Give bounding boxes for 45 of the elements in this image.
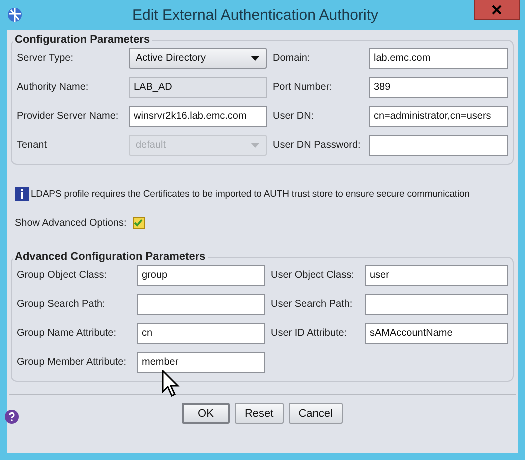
field-label: Group Object Class: bbox=[17, 270, 108, 281]
dialog-button[interactable]: Reset bbox=[234, 403, 284, 424]
input-field[interactable]: 389 bbox=[369, 77, 508, 98]
input-field[interactable]: group bbox=[137, 265, 265, 286]
close-button[interactable] bbox=[474, 0, 520, 20]
input-field[interactable]: lab.emc.com bbox=[369, 48, 508, 69]
field-label: Provider Server Name: bbox=[17, 111, 120, 122]
caret-icon bbox=[251, 143, 260, 148]
globe-icon bbox=[7, 7, 23, 23]
checkbox[interactable] bbox=[132, 217, 145, 229]
input-field[interactable]: sAMAccountName bbox=[365, 323, 508, 344]
help-icon[interactable] bbox=[5, 410, 19, 424]
input-field[interactable]: cn bbox=[137, 323, 265, 344]
field-label: User DN Password: bbox=[273, 140, 362, 151]
field-label: Authority Name: bbox=[17, 82, 90, 93]
info-icon bbox=[15, 187, 29, 201]
checkbox-label: Show Advanced Options: bbox=[15, 218, 127, 228]
input-field[interactable]: user bbox=[365, 265, 508, 286]
field-label: Server Type: bbox=[17, 53, 75, 64]
field-label: User Object Class: bbox=[271, 270, 356, 281]
input-field[interactable]: member bbox=[137, 352, 265, 373]
dialog-button[interactable]: Cancel bbox=[288, 403, 343, 424]
input-field[interactable]: winsrvr2k16.lab.emc.com bbox=[129, 106, 267, 127]
password-field[interactable] bbox=[369, 135, 508, 156]
field-label: Group Search Path: bbox=[17, 299, 106, 310]
caret-icon bbox=[251, 56, 260, 61]
info-message: LDAPS profile requires the Certificates to be imported to AUTH trust store to ensure secure communication bbox=[30, 188, 470, 200]
field-label: Port Number: bbox=[273, 82, 334, 93]
field-label: Tenant bbox=[17, 140, 48, 151]
section-title: Advanced Configuration Parameters bbox=[14, 251, 207, 263]
input-field[interactable] bbox=[365, 294, 508, 315]
cursor-icon bbox=[162, 370, 182, 400]
field-label: User Search Path: bbox=[271, 299, 354, 310]
field-label: Group Name Attribute: bbox=[17, 328, 118, 339]
section-title: Configuration Parameters bbox=[14, 34, 152, 46]
close-icon bbox=[492, 4, 502, 14]
input-field[interactable]: cn=administrator,cn=users bbox=[369, 106, 508, 127]
field-label: User ID Attribute: bbox=[271, 328, 348, 339]
input-field[interactable] bbox=[137, 294, 265, 315]
field-label: Group Member Attribute: bbox=[17, 357, 128, 368]
window-title: Edit External Authentication Authority bbox=[132, 6, 380, 24]
field-label: Domain: bbox=[273, 53, 312, 64]
default-button[interactable]: OK bbox=[182, 403, 230, 424]
field-label: User DN: bbox=[273, 111, 316, 122]
dropdown[interactable]: Active Directory bbox=[129, 48, 267, 69]
